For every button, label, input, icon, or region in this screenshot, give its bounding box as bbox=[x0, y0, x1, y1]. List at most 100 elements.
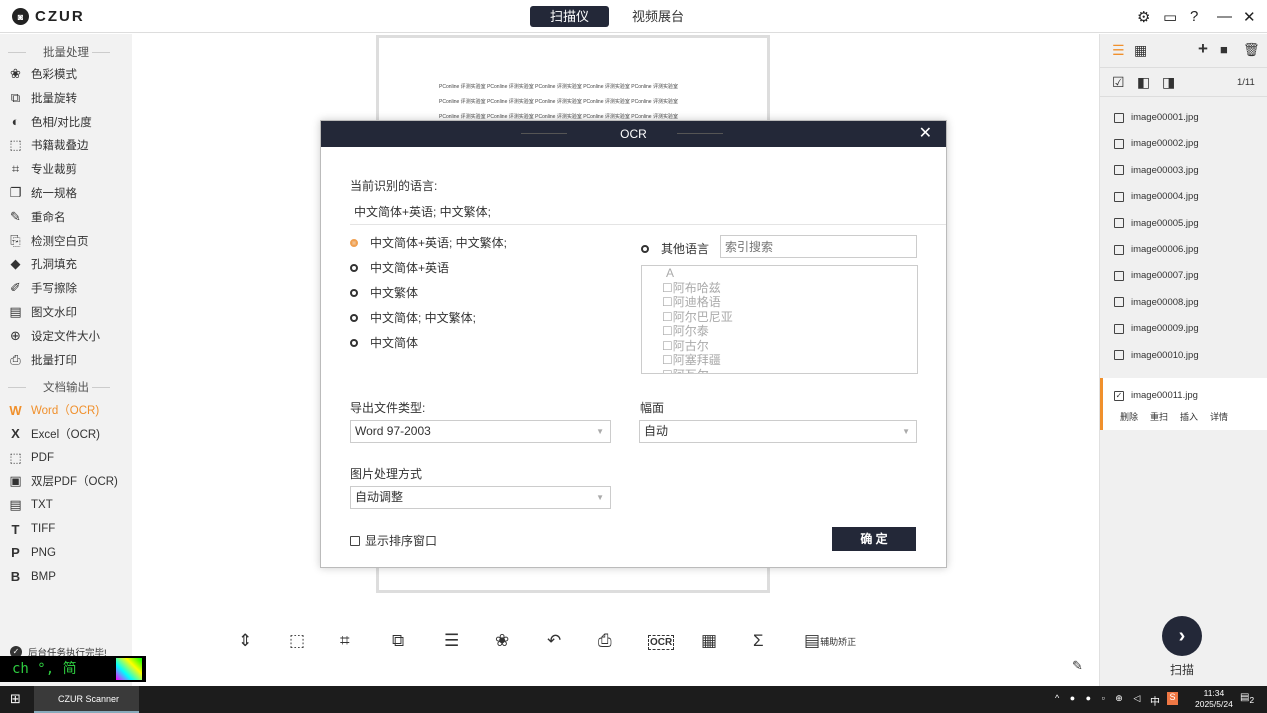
checkbox[interactable] bbox=[1114, 350, 1124, 361]
file-item[interactable]: image00002.jpg bbox=[1114, 138, 1199, 149]
edit-icon[interactable]: ✎ bbox=[1072, 658, 1083, 674]
language-checkbox[interactable]: ☐阿布哈兹 bbox=[662, 281, 917, 296]
checkbox[interactable] bbox=[1114, 323, 1124, 334]
sidebar-item-book-crop[interactable]: ⬚ 书籍裁叠边 bbox=[8, 135, 88, 155]
radio-language-option[interactable]: 中文简体; 中文繁体; bbox=[350, 309, 476, 326]
color-icon[interactable]: ❀ bbox=[495, 631, 509, 651]
print-icon[interactable]: ⎙ bbox=[598, 631, 612, 651]
folder-icon[interactable]: ■ bbox=[1220, 42, 1228, 57]
sidebar-item-print[interactable]: ⎙ 批量打印 bbox=[8, 350, 77, 370]
sidebar-item-png[interactable]: P PNG bbox=[8, 543, 56, 563]
adjust-icon[interactable]: ☰ bbox=[444, 631, 459, 651]
tab-video-presenter[interactable]: 视频展台 bbox=[612, 6, 704, 27]
radio-language-option[interactable]: 中文繁体 bbox=[350, 284, 418, 301]
language-checkbox[interactable]: ☐阿尔巴尼亚 bbox=[662, 310, 917, 325]
list-view-icon[interactable]: ☰ bbox=[1112, 42, 1125, 59]
windows-start-icon[interactable]: ⊞ bbox=[10, 691, 21, 707]
checkbox[interactable] bbox=[1114, 165, 1124, 176]
sidebar-item-dual-pdf[interactable]: ▣ 双层PDF（OCR) bbox=[8, 471, 118, 491]
checkbox[interactable] bbox=[1114, 244, 1124, 255]
taskbar-app-czur[interactable]: CZUR Scanner bbox=[34, 686, 139, 713]
image-processing-select[interactable]: 自动调整 ▼ bbox=[350, 486, 611, 509]
sidebar-item-tiff[interactable]: T TIFF bbox=[8, 519, 56, 539]
language-list[interactable]: A ☐阿布哈兹☐阿迪格语☐阿尔巴尼亚☐阿尔泰☐阿古尔☐阿塞拜疆☐阿瓦尔 bbox=[641, 265, 918, 374]
radio-language-option[interactable]: 中文简体+英语; 中文繁体; bbox=[350, 234, 507, 251]
assist-correct-button[interactable]: ▤辅助矫正 bbox=[804, 631, 856, 651]
close-icon[interactable]: ✕ bbox=[1243, 8, 1256, 26]
qr-code-icon[interactable]: ▦ bbox=[701, 631, 717, 651]
radio-other-language[interactable]: 其他语言 bbox=[641, 240, 709, 257]
show-sort-checkbox[interactable]: 显示排序窗口 bbox=[350, 532, 437, 549]
file-item[interactable]: image00010.jpg bbox=[1114, 350, 1199, 361]
file-item[interactable]: image00008.jpg bbox=[1114, 297, 1199, 308]
sidebar-item-blank-page[interactable]: ⎘ 检测空白页 bbox=[8, 231, 88, 251]
language-checkbox[interactable]: ☐阿瓦尔 bbox=[662, 368, 917, 374]
sogou-icon[interactable]: S bbox=[1167, 692, 1178, 705]
clock[interactable]: 11:34 2025/5/24 bbox=[1195, 688, 1233, 710]
split-left-icon[interactable]: ◧ bbox=[1137, 74, 1150, 91]
split-right-icon[interactable]: ◨ bbox=[1162, 74, 1175, 91]
export-type-select[interactable]: Word 97-2003 ▼ bbox=[350, 420, 611, 443]
file-action-button[interactable]: 详情 bbox=[1210, 410, 1228, 423]
grid-view-icon[interactable]: ▦ bbox=[1134, 42, 1147, 59]
sidebar-item-crop[interactable]: ⌗ 专业裁剪 bbox=[8, 159, 77, 179]
minimize-icon[interactable]: — bbox=[1217, 8, 1232, 25]
sidebar-item-txt[interactable]: ▤ TXT bbox=[8, 495, 52, 515]
rotate-icon[interactable]: ⧉ bbox=[392, 631, 404, 651]
ime-tray[interactable]: 中 bbox=[1150, 693, 1160, 708]
file-action-button[interactable]: 重扫 bbox=[1150, 410, 1168, 423]
sidebar-item-pdf[interactable]: ⬚ PDF bbox=[8, 448, 54, 468]
sidebar-item-file-size[interactable]: ⊕ 设定文件大小 bbox=[8, 326, 100, 346]
checkbox[interactable] bbox=[1114, 138, 1124, 149]
file-action-button[interactable]: 删除 bbox=[1120, 410, 1138, 423]
add-icon[interactable]: + bbox=[1198, 39, 1208, 59]
file-item[interactable]: image00001.jpg bbox=[1114, 112, 1199, 123]
checkbox[interactable] bbox=[1114, 218, 1124, 229]
checked-checkbox[interactable]: ✓ bbox=[1114, 390, 1124, 401]
file-item[interactable]: image00005.jpg bbox=[1114, 218, 1199, 229]
sidebar-item-word[interactable]: W Word（OCR) bbox=[8, 400, 99, 420]
formula-icon[interactable]: Σ bbox=[753, 631, 764, 651]
fit-height-icon[interactable]: ⇕ bbox=[238, 631, 252, 651]
system-tray[interactable]: ^ ● ● ▫ ⊕ ◁ bbox=[1055, 693, 1144, 704]
dialog-close-icon[interactable]: ✕ bbox=[919, 121, 932, 147]
file-item[interactable]: image00004.jpg bbox=[1114, 191, 1199, 202]
sidebar-item-watermark[interactable]: ▤ 图文水印 bbox=[8, 302, 77, 322]
trash-icon[interactable]: 🗑 bbox=[1243, 42, 1260, 58]
help-icon[interactable]: ? bbox=[1190, 8, 1198, 25]
radio-language-option[interactable]: 中文简体+英语 bbox=[350, 259, 449, 276]
notification-icon[interactable]: ▤2 bbox=[1240, 692, 1254, 705]
layout-select[interactable]: 自动 ▼ bbox=[639, 420, 917, 443]
feedback-icon[interactable]: ▭ bbox=[1163, 8, 1177, 26]
sidebar-item-bmp[interactable]: B BMP bbox=[8, 567, 56, 587]
ime-indicator[interactable]: ch °, 简 bbox=[0, 656, 146, 682]
undo-icon[interactable]: ↶ bbox=[547, 631, 561, 651]
file-item[interactable]: image00003.jpg bbox=[1114, 165, 1199, 176]
checkbox[interactable] bbox=[1114, 112, 1124, 123]
sidebar-item-fill[interactable]: ◆ 孔洞填充 bbox=[8, 254, 78, 274]
sidebar-item-rename[interactable]: ✎ 重命名 bbox=[8, 207, 65, 227]
language-checkbox[interactable]: ☐阿迪格语 bbox=[662, 295, 917, 310]
select-area-icon[interactable]: ⬚ bbox=[289, 631, 305, 651]
selected-file-item[interactable]: ✓ image00011.jpg 删除 重扫 插入 详情 bbox=[1100, 378, 1267, 430]
sidebar-item-excel[interactable]: X Excel（OCR) bbox=[8, 424, 100, 444]
ocr-icon[interactable]: OCR bbox=[648, 635, 675, 650]
file-item[interactable]: image00009.jpg bbox=[1114, 323, 1199, 334]
checkbox[interactable] bbox=[1114, 191, 1124, 202]
checkbox[interactable] bbox=[1114, 270, 1124, 281]
language-checkbox[interactable]: ☐阿古尔 bbox=[662, 339, 917, 354]
sidebar-item-color-mode[interactable]: ❀ 色彩模式 bbox=[8, 64, 77, 84]
checkbox[interactable] bbox=[1114, 297, 1124, 308]
settings-icon[interactable]: ⚙ bbox=[1137, 8, 1150, 26]
crop-icon[interactable]: ⌗ bbox=[340, 631, 350, 651]
sidebar-item-rotate[interactable]: ⧉ 批量旋转 bbox=[8, 88, 77, 108]
radio-language-option[interactable]: 中文简体 bbox=[350, 334, 418, 351]
sidebar-item-uniform[interactable]: ❐ 统一规格 bbox=[8, 183, 77, 203]
file-item[interactable]: image00007.jpg bbox=[1114, 270, 1199, 281]
file-action-button[interactable]: 插入 bbox=[1180, 410, 1198, 423]
sidebar-item-contrast[interactable]: ◐ 色相/对比度 bbox=[8, 112, 92, 132]
language-search-input[interactable] bbox=[720, 235, 917, 258]
file-item[interactable]: image00006.jpg bbox=[1114, 244, 1199, 255]
tab-scanner[interactable]: 扫描仪 bbox=[530, 6, 610, 27]
sidebar-item-eraser[interactable]: ✐ 手写擦除 bbox=[8, 278, 77, 298]
